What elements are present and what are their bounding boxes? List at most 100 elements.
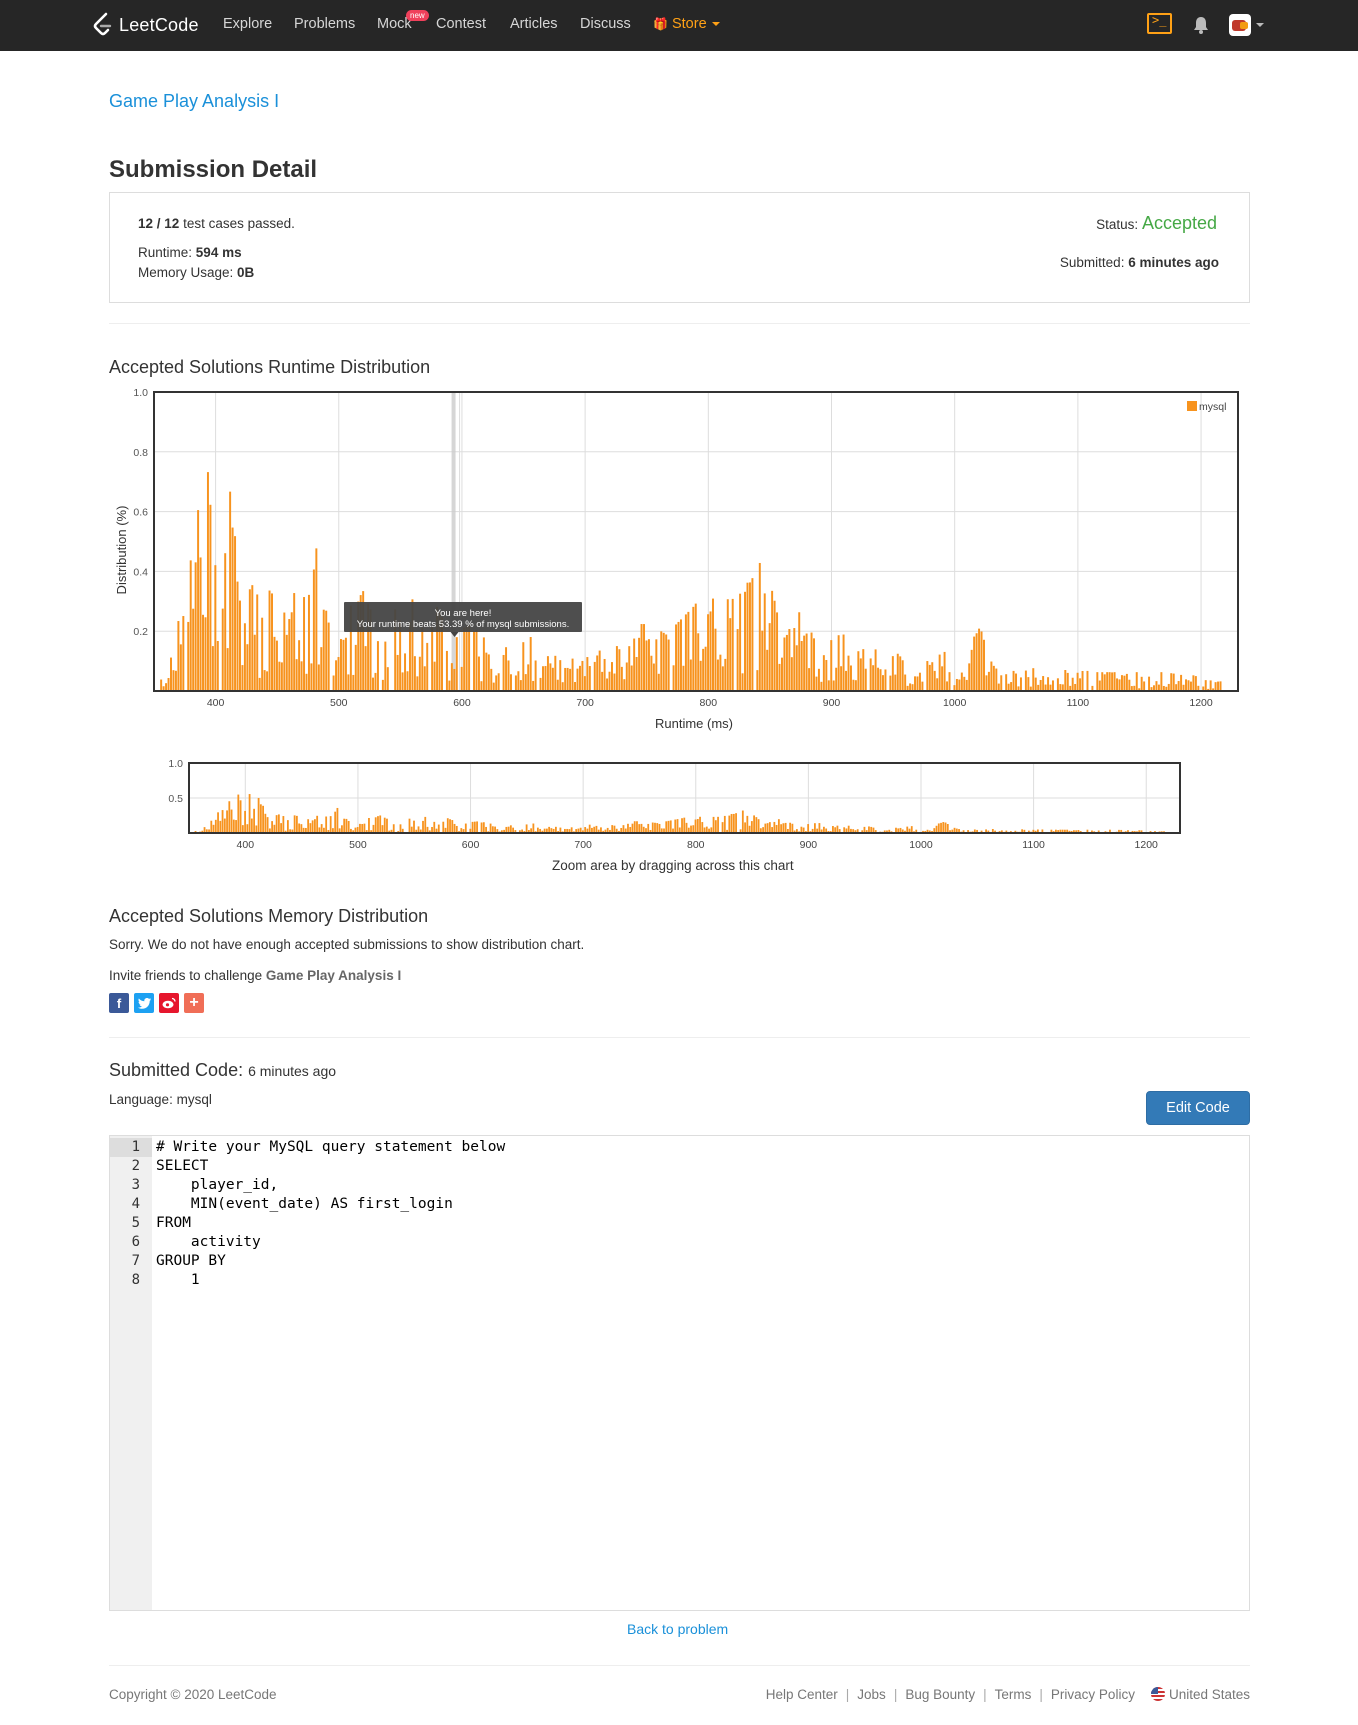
histogram-bar [692, 606, 695, 691]
histogram-bar [275, 640, 278, 691]
histogram-bar [798, 612, 801, 691]
histogram-bar [492, 682, 495, 691]
divider [109, 1037, 1250, 1038]
histogram-bar [1051, 680, 1054, 691]
invite-problem: Game Play Analysis I [265, 968, 402, 983]
histogram-bar [793, 628, 796, 691]
x-tick-label: 1100 [1067, 697, 1090, 709]
histogram-bar [165, 683, 168, 691]
histogram-bar [726, 599, 729, 691]
line-number: 6 [131, 1234, 140, 1250]
x-tick-label: 600 [453, 697, 471, 709]
histogram-bar [433, 821, 436, 833]
histogram-bar [894, 674, 897, 691]
histogram-bar [368, 818, 370, 833]
histogram-bar [322, 609, 325, 691]
histogram-bar [990, 661, 993, 691]
histogram-bar [251, 585, 254, 691]
zoom-hint: Zoom area by dragging across this chart [552, 858, 794, 873]
histogram-bar [674, 819, 677, 833]
histogram-bar [431, 626, 434, 691]
histogram-bar [266, 671, 269, 691]
histogram-bar [669, 820, 672, 833]
histogram-bar [264, 813, 267, 833]
x-axis-label: Runtime (ms) [655, 716, 733, 731]
histogram-bar [277, 814, 280, 833]
x-tick-label: 800 [700, 697, 718, 709]
weibo-share-icon[interactable] [159, 993, 179, 1013]
histogram-bar [539, 677, 542, 691]
histogram-bar [442, 821, 445, 833]
histogram-bar [192, 608, 195, 691]
footer-jobs[interactable]: Jobs [857, 1687, 886, 1702]
histogram-bar [1076, 672, 1079, 691]
histogram-bar [221, 810, 224, 833]
runtime-charts[interactable]: 400 500 600 700 800 900 1000 1100 1200 0.2 0.4 0.6 0… [0, 0, 1358, 880]
histogram-bar [901, 660, 904, 691]
histogram-bar [310, 663, 313, 691]
footer-copyright: Copyright © 2020 LeetCode [109, 1687, 277, 1702]
code-editor[interactable]: 1 # Write your MySQL query statement belo… [109, 1135, 1250, 1611]
histogram-bar [640, 624, 643, 691]
histogram-bar [194, 562, 197, 691]
histogram-bar [630, 665, 633, 691]
language-value: mysql [176, 1092, 212, 1107]
edit-code-button[interactable]: Edit Code [1146, 1091, 1250, 1125]
histogram-bar [773, 600, 776, 691]
y-axis-label: Distribution (%) [114, 506, 129, 595]
histogram-bar [910, 826, 913, 833]
facebook-share-icon[interactable]: f [109, 993, 129, 1013]
histogram-bar [1005, 674, 1008, 691]
histogram-bar [246, 824, 249, 833]
histogram-bar [896, 653, 899, 691]
footer-privacy-policy[interactable]: Privacy Policy [1051, 1687, 1135, 1702]
footer-terms[interactable]: Terms [995, 1687, 1032, 1702]
histogram-bar [418, 656, 421, 691]
x-tick-label: 1100 [1022, 839, 1045, 851]
histogram-bar [228, 801, 231, 833]
histogram-bar [1128, 679, 1131, 691]
histogram-bar [1209, 680, 1212, 691]
histogram-bar [206, 472, 209, 691]
histogram-bar [645, 640, 648, 691]
histogram-bar [502, 654, 505, 691]
histogram-bar [406, 671, 409, 691]
histogram-bar [625, 662, 628, 691]
histogram-bar [1098, 680, 1101, 691]
histogram-bar [684, 614, 687, 691]
footer-help-center[interactable]: Help Center [766, 1687, 838, 1702]
back-to-problem-link[interactable]: Back to problem [627, 1621, 728, 1637]
histogram-bar [576, 668, 579, 691]
histogram-bar [827, 680, 830, 691]
histogram-bar [514, 675, 517, 691]
histogram-bar [776, 612, 779, 691]
y-tick-label: 0.4 [133, 566, 148, 578]
histogram-bar [396, 654, 399, 691]
histogram-bar [569, 668, 572, 691]
histogram-bar [965, 679, 968, 691]
histogram-bar [780, 824, 783, 833]
tooltip-title: You are here! [435, 608, 492, 619]
histogram-bar [1185, 679, 1188, 691]
histogram-bar [1214, 682, 1217, 691]
twitter-share-icon[interactable] [134, 993, 154, 1013]
histogram-bar [237, 794, 240, 833]
histogram-bar [300, 661, 303, 691]
histogram-bar [675, 624, 678, 691]
histogram-bar [361, 824, 364, 833]
histogram-bar [899, 656, 902, 691]
histogram-bar [421, 627, 424, 691]
histogram-bar [256, 594, 259, 691]
histogram-bar [694, 819, 697, 833]
histogram-bar [638, 637, 641, 691]
footer-region[interactable]: United States [1150, 1687, 1250, 1702]
histogram-bar [704, 646, 707, 691]
footer-bug-bounty[interactable]: Bug Bounty [905, 1687, 975, 1702]
histogram-bar [482, 822, 485, 833]
histogram-bar [230, 809, 233, 833]
histogram-bar [223, 818, 226, 833]
histogram-bar [303, 597, 306, 691]
histogram-bar [837, 635, 840, 691]
histogram-bar [471, 821, 474, 833]
more-share-icon[interactable]: + [184, 993, 204, 1013]
